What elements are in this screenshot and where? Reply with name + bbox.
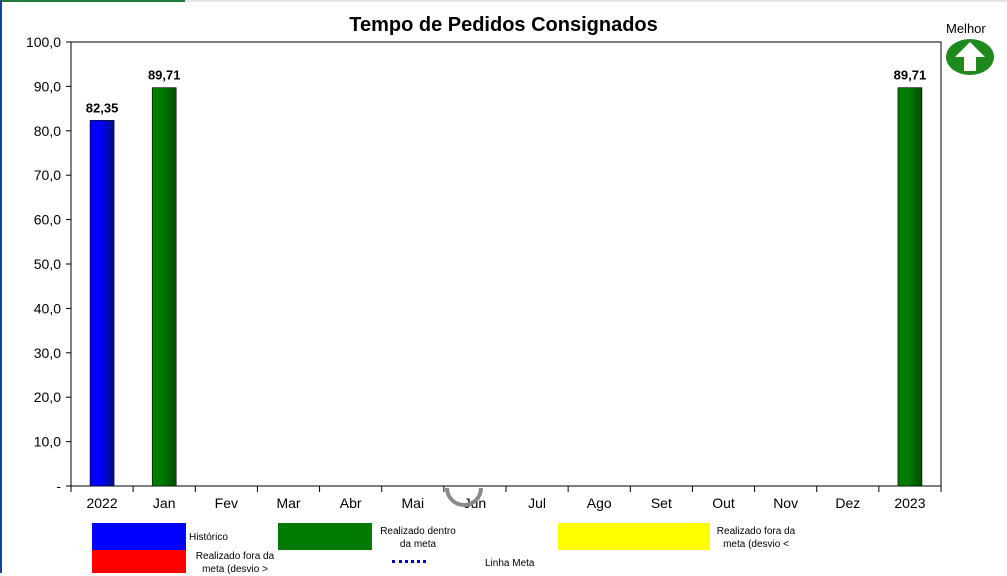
y-tick-label: 20,0	[34, 389, 61, 405]
legend-label-linha-meta: Linha Meta	[485, 558, 535, 569]
legend-label-dentro-line2: da meta	[399, 539, 437, 550]
legend-label-fora-maior-line1: Realizado fora da	[195, 551, 275, 562]
chart-svg: - 10,0 20,0 30,0 40,0 50,0 60,0 70,0 80,0 90,0 100…	[26, 34, 942, 511]
bar-value-label: 82,35	[86, 100, 119, 115]
y-tick-label: 50,0	[34, 256, 61, 272]
better-up-arrow-icon	[946, 39, 994, 75]
y-tick-label: 100,0	[26, 34, 61, 50]
bar-value-label: 89,71	[894, 68, 927, 83]
x-tick-label: Ago	[587, 495, 612, 511]
legend-swatch-linha-meta	[392, 560, 426, 563]
y-tick-label: 80,0	[34, 123, 61, 139]
x-tick-label: Set	[651, 495, 672, 511]
bar-value-label: 89,71	[148, 68, 181, 83]
legend-swatch-historico	[92, 523, 186, 550]
legend-label-fora-maior-line2: meta (desvio >	[202, 564, 268, 575]
x-tick-label: Nov	[773, 495, 798, 511]
legend-swatch-realizado-fora-menor	[558, 523, 710, 550]
legend-label-realizado-dentro: Realizado dentro da meta	[373, 525, 463, 551]
x-tick-label: Dez	[835, 495, 860, 511]
x-tick-label: Out	[712, 495, 735, 511]
x-tick-label: 2022	[86, 495, 117, 511]
x-tick-label: Abr	[340, 495, 362, 511]
bar-value-labels: 82,35 89,71 89,71	[86, 68, 926, 116]
legend-swatch-realizado-dentro	[278, 523, 372, 550]
y-tick-label: 30,0	[34, 345, 61, 361]
legend-label-realizado-fora-maior: Realizado fora da meta (desvio >	[189, 550, 281, 576]
x-tick-label: Mai	[402, 495, 425, 511]
bars	[89, 87, 923, 487]
legend-label-fora-menor-line2: meta (desvio <	[723, 539, 789, 550]
y-tick-label: 40,0	[34, 300, 61, 316]
legend-swatch-realizado-fora-maior	[92, 550, 186, 573]
x-tick-label: Mar	[276, 495, 300, 511]
plot-area-border	[70, 41, 942, 487]
legend-label-fora-menor-line1: Realizado fora da	[716, 526, 796, 537]
y-tick-label: 90,0	[34, 78, 61, 94]
y-tick-labels: - 10,0 20,0 30,0 40,0 50,0 60,0 70,0 80,0 90,0 100…	[26, 34, 61, 494]
indicator-label: Melhor	[946, 21, 986, 36]
bar-shading	[152, 87, 177, 487]
y-tick-label: 60,0	[34, 212, 61, 228]
y-tick-label: 10,0	[34, 434, 61, 450]
y-tick-label: -	[56, 478, 61, 494]
x-tick-label: 2023	[894, 495, 925, 511]
bar-shading	[90, 120, 115, 486]
bar-shading	[897, 87, 922, 487]
legend-label-dentro-line1: Realizado dentro	[380, 526, 456, 537]
x-tick-labels: 2022 Jan Fev Mar Abr Mai Jun Jul Ago Set Out Nov Dez…	[86, 495, 925, 511]
x-tick-label: Jul	[528, 495, 546, 511]
x-tick-label: Fev	[215, 495, 238, 511]
legend-label-realizado-fora-menor: Realizado fora da meta (desvio <	[710, 525, 802, 551]
x-tick-label: Jan	[153, 495, 176, 511]
axes	[66, 41, 942, 492]
legend-label-historico: Histórico	[189, 532, 228, 543]
y-tick-label: 70,0	[34, 167, 61, 183]
